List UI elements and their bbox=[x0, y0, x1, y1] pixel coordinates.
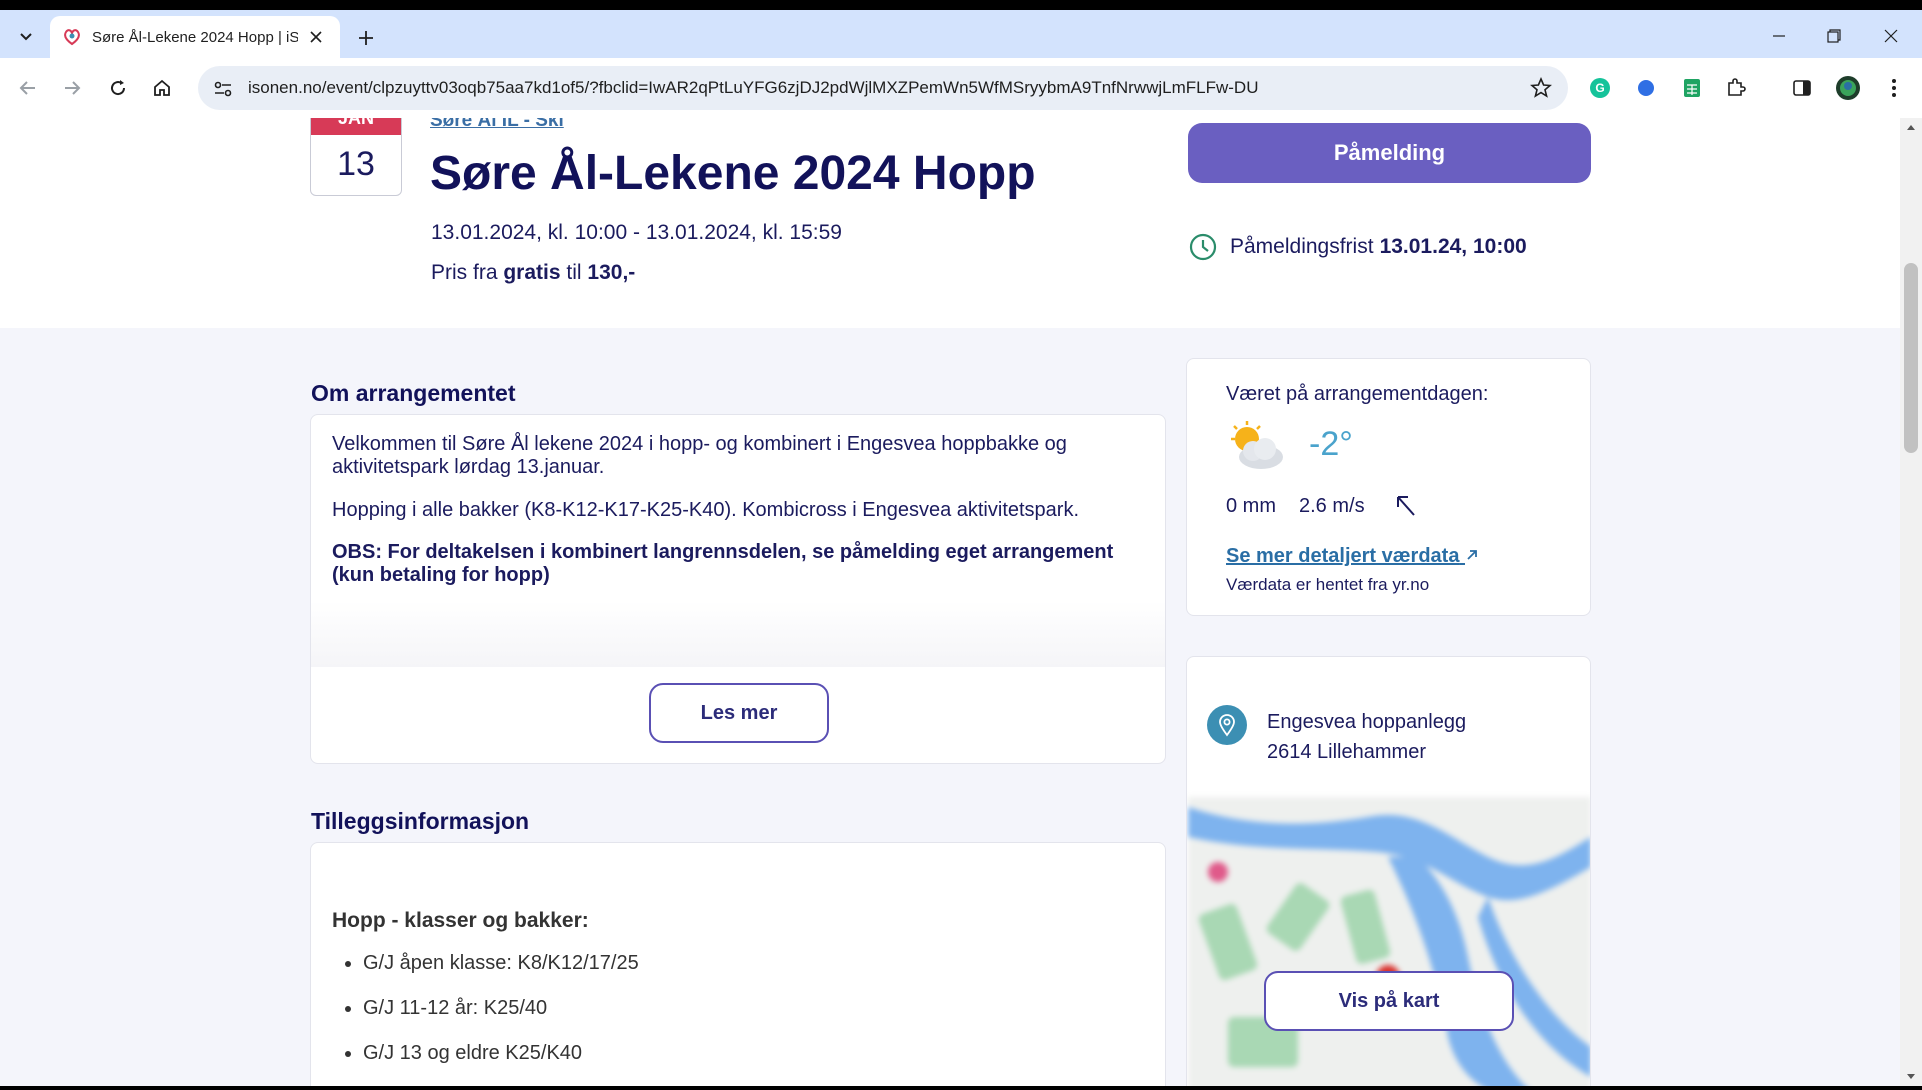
deadline-label: Påmeldingsfrist bbox=[1230, 235, 1374, 258]
event-price: Pris fra gratis til 130,- bbox=[431, 261, 635, 285]
address-bar[interactable]: isonen.no/event/clpzuyttv03oqb75aa7kd1of… bbox=[198, 66, 1568, 110]
reload-icon bbox=[111, 80, 126, 96]
home-button[interactable] bbox=[146, 72, 178, 104]
deadline-value: 13.01.24, 10:00 bbox=[1379, 235, 1527, 258]
close-window-button[interactable] bbox=[1868, 20, 1914, 52]
about-heading: Om arrangementet bbox=[311, 380, 516, 406]
wind-speed: 2.6 m/s bbox=[1299, 495, 1365, 517]
list-item: G/J åpen klasse: K8/K12/17/25 bbox=[363, 951, 639, 996]
venue-name: Engesvea hoppanlegg bbox=[1267, 711, 1467, 733]
extra-info-heading: Tilleggsinformasjon bbox=[311, 808, 530, 834]
date-badge-month: JAN bbox=[311, 118, 401, 135]
weather-source: Værdata er hentet fra yr.no bbox=[1226, 575, 1430, 594]
event-header: JAN 13 Søre Ål IL - Ski Søre Ål-Lekene 2… bbox=[0, 118, 1900, 328]
event-dates: 13.01.2024, kl. 10:00 - 13.01.2024, kl. … bbox=[431, 221, 842, 244]
tab-strip: Søre Ål-Lekene 2024 Hopp | iSo bbox=[0, 10, 1922, 58]
restore-button[interactable] bbox=[1811, 20, 1857, 52]
browser-menu-icon[interactable] bbox=[1880, 74, 1908, 102]
forward-button[interactable] bbox=[56, 72, 88, 104]
page-viewport: JAN 13 Søre Ål IL - Ski Søre Ål-Lekene 2… bbox=[0, 118, 1922, 1086]
plus-icon bbox=[359, 31, 373, 45]
list-item: G/J 11-12 år: K25/40 bbox=[363, 996, 639, 1041]
map-preview[interactable] bbox=[1188, 797, 1590, 1086]
sheets-extension-icon[interactable] bbox=[1678, 74, 1706, 102]
scroll-up-icon[interactable] bbox=[1905, 122, 1917, 134]
about-paragraph-1: Velkommen til Søre Ål lekene 2024 i hopp… bbox=[332, 433, 1067, 478]
weather-heading: Været på arrangementdagen: bbox=[1226, 383, 1489, 405]
extensions-puzzle-icon[interactable] bbox=[1722, 74, 1750, 102]
price-to: 130,- bbox=[587, 261, 636, 284]
bookmark-star-icon[interactable] bbox=[1530, 77, 1552, 99]
extra-info-card: Hopp - klasser og bakker: G/J åpen klass… bbox=[310, 842, 1166, 1086]
scroll-down-icon[interactable] bbox=[1905, 1070, 1917, 1082]
partly-cloudy-icon bbox=[1231, 421, 1283, 469]
restore-icon bbox=[1827, 29, 1841, 43]
profile-avatar-icon[interactable] bbox=[1834, 74, 1862, 102]
date-badge: JAN 13 bbox=[310, 118, 402, 196]
weather-details-link-text: Se mer detaljert værdata bbox=[1226, 545, 1460, 567]
venue-address: Engesvea hoppanlegg 2614 Lillehammer bbox=[1267, 707, 1466, 767]
signup-button[interactable]: Påmelding bbox=[1188, 123, 1591, 183]
blue-dot-extension-icon[interactable] bbox=[1632, 74, 1660, 102]
temperature: -2° bbox=[1309, 425, 1353, 463]
about-paragraph-3: OBS: For deltakelsen i kombinert langren… bbox=[332, 541, 1114, 586]
price-prefix: Pris fra bbox=[431, 261, 498, 284]
isonen-favicon-icon bbox=[64, 29, 80, 46]
page-scrollbar[interactable] bbox=[1900, 118, 1922, 1086]
tab-search-button[interactable] bbox=[10, 20, 42, 52]
scrollbar-thumb[interactable] bbox=[1904, 263, 1918, 453]
precipitation: 0 mm bbox=[1226, 495, 1276, 517]
grammarly-extension-icon[interactable]: G bbox=[1586, 74, 1614, 102]
tab-active[interactable]: Søre Ål-Lekene 2024 Hopp | iSo bbox=[50, 16, 340, 58]
browser-toolbar: isonen.no/event/clpzuyttv03oqb75aa7kd1of… bbox=[0, 58, 1922, 118]
side-panel-icon[interactable] bbox=[1788, 74, 1816, 102]
map-image bbox=[1188, 797, 1590, 1086]
classes-list: G/J åpen klasse: K8/K12/17/25 G/J 11-12 … bbox=[363, 951, 639, 1086]
text-fade-overlay bbox=[311, 601, 1165, 667]
organizer-link[interactable]: Søre Ål IL - Ski bbox=[430, 118, 564, 132]
location-pin-icon bbox=[1207, 705, 1247, 745]
home-icon bbox=[154, 79, 170, 96]
chevron-down-icon bbox=[20, 33, 32, 41]
arrow-right-icon bbox=[65, 81, 81, 95]
price-from: gratis bbox=[503, 261, 561, 284]
clock-icon bbox=[1189, 233, 1217, 261]
weather-details-link[interactable]: Se mer detaljert værdata bbox=[1226, 545, 1479, 568]
minimize-button[interactable] bbox=[1756, 20, 1802, 52]
classes-subheading: Hopp - klasser og bakker: bbox=[332, 909, 589, 932]
location-card: Engesvea hoppanlegg 2614 Lillehammer Vis… bbox=[1186, 656, 1591, 1086]
close-icon bbox=[310, 31, 322, 43]
browser-chrome: Søre Ål-Lekene 2024 Hopp | iSo isonen.no… bbox=[0, 10, 1922, 118]
wind-direction-arrow-icon bbox=[1397, 496, 1415, 516]
date-badge-day: 13 bbox=[337, 145, 375, 183]
new-tab-button[interactable] bbox=[350, 22, 382, 54]
about-card: Velkommen til Søre Ål lekene 2024 i hopp… bbox=[310, 414, 1166, 764]
close-icon bbox=[1884, 29, 1898, 43]
site-info-icon[interactable] bbox=[212, 78, 234, 100]
url-text: isonen.no/event/clpzuyttv03oqb75aa7kd1of… bbox=[248, 78, 1259, 97]
about-paragraph-2: Hopping i alle bakker (K8-K12-K17-K25-K4… bbox=[332, 499, 1080, 521]
reload-button[interactable] bbox=[102, 72, 134, 104]
show-on-map-button[interactable]: Vis på kart bbox=[1264, 971, 1514, 1031]
page-title: Søre Ål-Lekene 2024 Hopp bbox=[430, 147, 1036, 200]
arrow-left-icon bbox=[19, 81, 35, 95]
price-mid: til bbox=[566, 261, 582, 284]
tab-close-button[interactable] bbox=[306, 27, 326, 47]
signup-deadline: Påmeldingsfrist 13.01.24, 10:00 bbox=[1188, 232, 1527, 262]
svg-text:G: G bbox=[1595, 81, 1604, 95]
back-button[interactable] bbox=[12, 72, 44, 104]
weather-card: Været på arrangementdagen: -2° 0 mm 2.6 … bbox=[1186, 358, 1591, 616]
tab-title: Søre Ål-Lekene 2024 Hopp | iSo bbox=[92, 28, 298, 46]
venue-postal: 2614 Lillehammer bbox=[1267, 741, 1426, 763]
list-item: G/J 13 og eldre K25/K40 bbox=[363, 1041, 639, 1086]
minimize-icon bbox=[1773, 35, 1785, 37]
external-link-icon bbox=[1467, 550, 1477, 560]
read-more-button[interactable]: Les mer bbox=[649, 683, 829, 743]
